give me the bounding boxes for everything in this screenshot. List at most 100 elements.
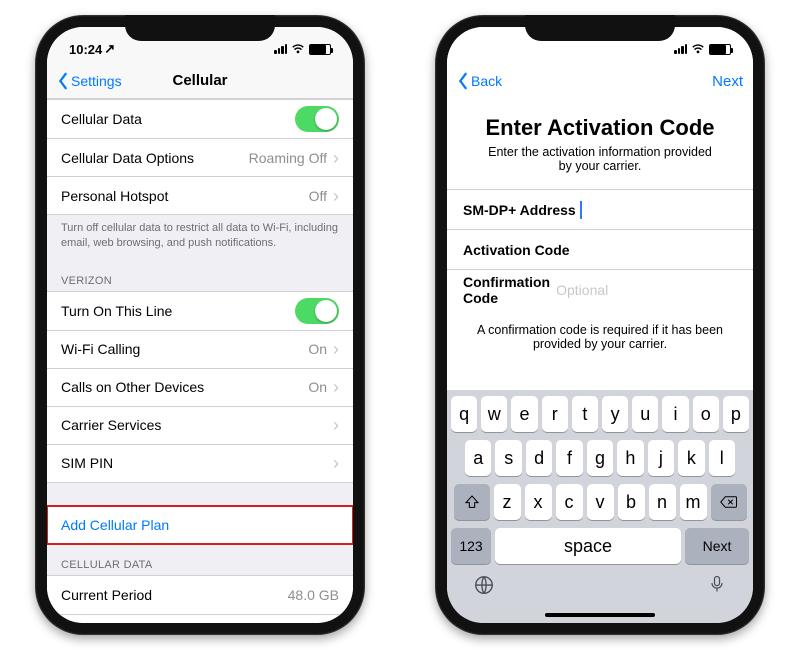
chevron-right-icon: › <box>333 416 339 434</box>
location-arrow-icon: ↗ <box>104 41 115 57</box>
key-c[interactable]: c <box>556 484 583 520</box>
footer-note: Turn off cellular data to restrict all d… <box>47 215 353 261</box>
text-cursor <box>580 201 582 219</box>
key-f[interactable]: f <box>556 440 582 476</box>
battery-icon <box>709 44 731 55</box>
cell-carrier-services[interactable]: Carrier Services › <box>47 406 353 444</box>
key-q[interactable]: q <box>451 396 477 432</box>
delete-key[interactable] <box>711 484 747 520</box>
key-x[interactable]: x <box>525 484 552 520</box>
home-indicator[interactable] <box>545 613 655 617</box>
notch <box>125 15 275 41</box>
wifi-icon <box>291 42 305 56</box>
key-e[interactable]: e <box>511 396 537 432</box>
key-v[interactable]: v <box>587 484 614 520</box>
label: Carrier Services <box>61 417 161 433</box>
key-k[interactable]: k <box>678 440 704 476</box>
key-i[interactable]: i <box>662 396 688 432</box>
key-h[interactable]: h <box>617 440 643 476</box>
key-g[interactable]: g <box>587 440 613 476</box>
space-key[interactable]: space <box>495 528 681 564</box>
key-b[interactable]: b <box>618 484 645 520</box>
back-button[interactable]: Back <box>457 72 502 90</box>
toggle-cellular-data[interactable] <box>295 106 339 132</box>
key-r[interactable]: r <box>542 396 568 432</box>
label: Cellular Data Options <box>61 150 194 166</box>
cell-calls-other-devices[interactable]: Calls on Other Devices On› <box>47 368 353 406</box>
key-p[interactable]: p <box>723 396 749 432</box>
key-l[interactable]: l <box>709 440 735 476</box>
chevron-right-icon: › <box>333 149 339 167</box>
cell-current-period: Current Period 48.0 GB <box>47 576 353 614</box>
page-subtitle: Enter the activation information provide… <box>447 145 753 189</box>
field-note: A confirmation code is required if it ha… <box>447 309 753 365</box>
value: On <box>308 341 327 357</box>
field-smdp-address[interactable]: SM-DP+ Address <box>447 189 753 229</box>
cell-turn-on-line[interactable]: Turn On This Line <box>47 292 353 330</box>
cell-add-cellular-plan[interactable]: Add Cellular Plan <box>47 506 353 544</box>
label: Personal Hotspot <box>61 188 168 204</box>
key-o[interactable]: o <box>693 396 719 432</box>
mic-icon[interactable] <box>707 574 727 601</box>
wifi-icon <box>691 42 705 56</box>
key-t[interactable]: t <box>572 396 598 432</box>
label: Add Cellular Plan <box>61 517 169 533</box>
section-header-data: CELLULAR DATA <box>47 545 353 575</box>
value: 48.0 GB <box>288 587 339 603</box>
cell-wifi-calling[interactable]: Wi-Fi Calling On › <box>47 330 353 368</box>
field-label: Activation Code <box>463 242 570 258</box>
value: On <box>308 379 327 395</box>
settings-scroll[interactable]: Cellular Data Cellular Data Options Roam… <box>47 99 353 623</box>
shift-key[interactable] <box>454 484 490 520</box>
key-j[interactable]: j <box>648 440 674 476</box>
cell-sim-pin[interactable]: SIM PIN › <box>47 444 353 482</box>
label: SIM PIN <box>61 455 113 471</box>
chevron-right-icon: › <box>333 340 339 358</box>
numbers-key[interactable]: 123 <box>451 528 491 564</box>
field-label: Confirmation Code <box>463 274 550 306</box>
key-a[interactable]: a <box>465 440 491 476</box>
status-time: 10:24 <box>69 42 102 57</box>
cellular-signal-icon <box>674 44 687 54</box>
field-confirmation-code[interactable]: Confirmation Code <box>447 269 753 309</box>
next-button[interactable]: Next <box>712 73 743 90</box>
label: Current Period <box>61 587 152 603</box>
globe-icon[interactable] <box>473 574 495 601</box>
key-u[interactable]: u <box>632 396 658 432</box>
key-z[interactable]: z <box>494 484 521 520</box>
toggle-turn-on-line[interactable] <box>295 298 339 324</box>
key-n[interactable]: n <box>649 484 676 520</box>
label: Turn On This Line <box>61 303 172 319</box>
key-w[interactable]: w <box>481 396 507 432</box>
delete-icon <box>720 495 738 509</box>
cellular-signal-icon <box>274 44 287 54</box>
back-label: Back <box>471 73 502 89</box>
chevron-right-icon: › <box>333 454 339 472</box>
chevron-right-icon: › <box>333 378 339 396</box>
chevron-right-icon: › <box>333 187 339 205</box>
battery-icon <box>309 44 331 55</box>
label: Cellular Data <box>61 111 142 127</box>
page-title: Cellular <box>47 72 353 89</box>
label: Wi-Fi Calling <box>61 341 140 357</box>
value: Off <box>309 188 327 204</box>
key-d[interactable]: d <box>526 440 552 476</box>
cell-cellular-data[interactable]: Cellular Data <box>47 100 353 138</box>
cell-cellular-data-options[interactable]: Cellular Data Options Roaming Off › <box>47 138 353 176</box>
shift-icon <box>464 494 480 510</box>
cell-current-period-roaming: Current Period Roaming 45.6 KB <box>47 614 353 623</box>
section-header-carrier: VERIZON <box>47 261 353 291</box>
field-activation-code[interactable]: Activation Code <box>447 229 753 269</box>
keyboard-next-key[interactable]: Next <box>685 528 749 564</box>
confirmation-input[interactable] <box>556 282 737 298</box>
field-label: SM-DP+ Address <box>463 202 576 218</box>
nav-bar: Back Next <box>447 63 753 99</box>
cell-personal-hotspot[interactable]: Personal Hotspot Off › <box>47 176 353 214</box>
key-s[interactable]: s <box>495 440 521 476</box>
chevron-left-icon <box>457 72 469 90</box>
page-title: Enter Activation Code <box>447 99 753 145</box>
key-m[interactable]: m <box>680 484 707 520</box>
value: Roaming Off <box>249 150 327 166</box>
key-y[interactable]: y <box>602 396 628 432</box>
keyboard: qwertyuiop asdfghjkl zxcvbnm 123 space N… <box>447 390 753 623</box>
